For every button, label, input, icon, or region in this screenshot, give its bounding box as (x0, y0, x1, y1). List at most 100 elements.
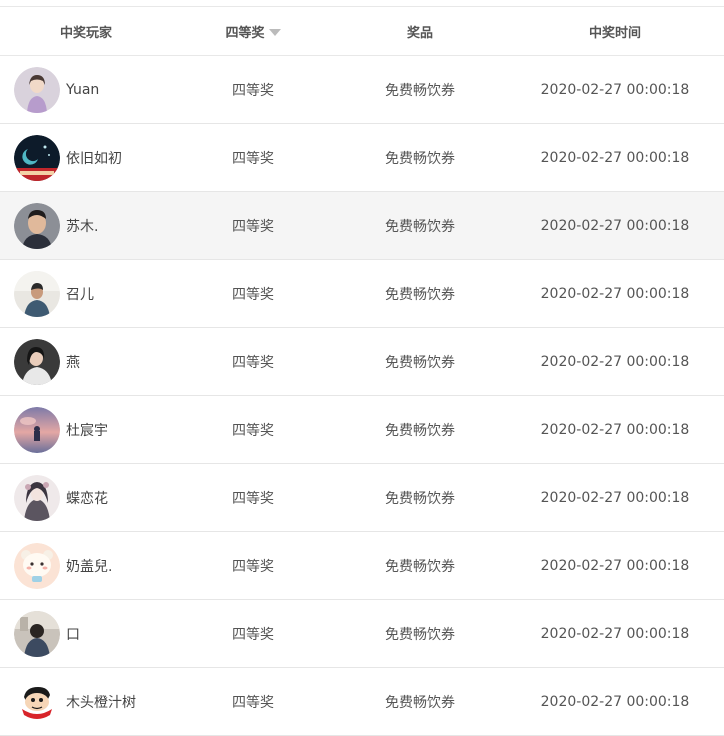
tier-cell: 四等奖 (172, 56, 334, 123)
player-cell: 燕 (0, 328, 172, 395)
winners-table: 中奖玩家 四等奖 奖品 中奖时间 Yuan 四等奖 免费畅饮券 2020-02-… (0, 0, 724, 736)
tier-cell: 四等奖 (172, 464, 334, 531)
tier-text: 四等奖 (232, 422, 274, 439)
player-cell: 蝶恋花 (0, 464, 172, 531)
tier-cell: 四等奖 (172, 328, 334, 395)
prize-text: 免费畅饮券 (385, 490, 455, 507)
player-name: 杜宸宇 (66, 422, 108, 439)
avatar (14, 474, 60, 521)
prize-cell: 免费畅饮券 (334, 192, 506, 259)
table-row[interactable]: 召儿 四等奖 免费畅饮券 2020-02-27 00:00:18 (0, 260, 724, 328)
table-row[interactable]: 奶盖兒. 四等奖 免费畅饮券 2020-02-27 00:00:18 (0, 532, 724, 600)
column-header-player: 中奖玩家 (0, 7, 172, 55)
avatar-anime-girl-icon (14, 474, 60, 521)
avatar-girl-lavender-icon (14, 66, 60, 113)
avatar (14, 66, 60, 113)
player-name: 蝶恋花 (66, 490, 108, 507)
sort-down-icon[interactable] (268, 28, 281, 36)
player-cell: 奶盖兒. (0, 532, 172, 599)
avatar (14, 338, 60, 385)
avatar (14, 610, 60, 657)
tier-text: 四等奖 (232, 354, 274, 371)
avatar-man-back-icon (14, 610, 60, 657)
player-cell: 口 (0, 600, 172, 667)
avatar (14, 134, 60, 181)
player-name: 依旧如初 (66, 150, 122, 167)
prize-cell: 免费畅饮券 (334, 464, 506, 531)
prize-text: 免费畅饮券 (385, 558, 455, 575)
table-header: 中奖玩家 四等奖 奖品 中奖时间 (0, 6, 724, 56)
player-name: 奶盖兒. (66, 558, 113, 575)
time-cell: 2020-02-27 00:00:18 (506, 396, 724, 463)
column-header-tier-label[interactable]: 四等奖 (225, 22, 264, 41)
prize-cell: 免费畅饮券 (334, 260, 506, 327)
player-cell: 依旧如初 (0, 124, 172, 191)
prize-text: 免费畅饮券 (385, 150, 455, 167)
player-cell: 苏木. (0, 192, 172, 259)
tier-cell: 四等奖 (172, 124, 334, 191)
player-name: 口 (66, 626, 80, 643)
column-header-prize-label: 奖品 (406, 25, 433, 41)
time-text: 2020-02-27 00:00:18 (540, 353, 690, 370)
tier-text: 四等奖 (232, 490, 274, 507)
tier-text: 四等奖 (232, 558, 274, 575)
player-cell: Yuan (0, 56, 172, 123)
table-row[interactable]: 蝶恋花 四等奖 免费畅饮券 2020-02-27 00:00:18 (0, 464, 724, 532)
tier-text: 四等奖 (232, 286, 274, 303)
player-name: 木头橙汁树 (66, 694, 136, 711)
avatar-sunset-sky-icon (14, 406, 60, 453)
time-cell: 2020-02-27 00:00:18 (506, 56, 724, 123)
time-cell: 2020-02-27 00:00:18 (506, 192, 724, 259)
time-text: 2020-02-27 00:00:18 (540, 421, 690, 438)
player-name: 燕 (66, 354, 80, 371)
time-text: 2020-02-27 00:00:18 (540, 81, 690, 98)
column-header-tier[interactable]: 四等奖 (172, 7, 334, 55)
time-cell: 2020-02-27 00:00:18 (506, 124, 724, 191)
avatar-woman-dark-icon (14, 338, 60, 385)
tier-cell: 四等奖 (172, 260, 334, 327)
time-cell: 2020-02-27 00:00:18 (506, 328, 724, 395)
prize-text: 免费畅饮券 (385, 694, 455, 711)
time-cell: 2020-02-27 00:00:18 (506, 260, 724, 327)
prize-text: 免费畅饮券 (385, 286, 455, 303)
player-name: 苏木. (66, 218, 99, 235)
prize-text: 免费畅饮券 (385, 626, 455, 643)
table-row[interactable]: 燕 四等奖 免费畅饮券 2020-02-27 00:00:18 (0, 328, 724, 396)
time-cell: 2020-02-27 00:00:18 (506, 668, 724, 735)
prize-cell: 免费畅饮券 (334, 328, 506, 395)
time-text: 2020-02-27 00:00:18 (540, 489, 690, 506)
table-row[interactable]: 口 四等奖 免费畅饮券 2020-02-27 00:00:18 (0, 600, 724, 668)
table-row[interactable]: 杜宸宇 四等奖 免费畅饮券 2020-02-27 00:00:18 (0, 396, 724, 464)
time-cell: 2020-02-27 00:00:18 (506, 532, 724, 599)
player-cell: 杜宸宇 (0, 396, 172, 463)
time-cell: 2020-02-27 00:00:18 (506, 600, 724, 667)
column-header-prize: 奖品 (334, 7, 506, 55)
player-name: 召儿 (66, 286, 94, 303)
prize-text: 免费畅饮券 (385, 218, 455, 235)
tier-cell: 四等奖 (172, 192, 334, 259)
table-row[interactable]: 依旧如初 四等奖 免费畅饮券 2020-02-27 00:00:18 (0, 124, 724, 192)
tier-cell: 四等奖 (172, 396, 334, 463)
tier-cell: 四等奖 (172, 668, 334, 735)
avatar-man-outdoor-icon (14, 270, 60, 317)
tier-text: 四等奖 (232, 150, 274, 167)
avatar-night-moon-icon (14, 134, 60, 181)
prize-cell: 免费畅饮券 (334, 56, 506, 123)
column-header-time-label: 中奖时间 (588, 25, 641, 41)
time-text: 2020-02-27 00:00:18 (540, 557, 690, 574)
prize-cell: 免费畅饮券 (334, 600, 506, 667)
tier-text: 四等奖 (232, 694, 274, 711)
tier-text: 四等奖 (232, 82, 274, 99)
time-text: 2020-02-27 00:00:18 (540, 625, 690, 642)
prize-cell: 免费畅饮券 (334, 668, 506, 735)
avatar (14, 678, 60, 725)
prize-text: 免费畅饮券 (385, 82, 455, 99)
player-name: Yuan (66, 81, 100, 98)
avatar (14, 270, 60, 317)
table-row[interactable]: Yuan 四等奖 免费畅饮券 2020-02-27 00:00:18 (0, 56, 724, 124)
table-row[interactable]: 苏木. 四等奖 免费畅饮券 2020-02-27 00:00:18 (0, 192, 724, 260)
player-cell: 木头橙汁树 (0, 668, 172, 735)
tier-text: 四等奖 (232, 626, 274, 643)
prize-cell: 免费畅饮券 (334, 124, 506, 191)
table-row[interactable]: 木头橙汁树 四等奖 免费畅饮券 2020-02-27 00:00:18 (0, 668, 724, 736)
